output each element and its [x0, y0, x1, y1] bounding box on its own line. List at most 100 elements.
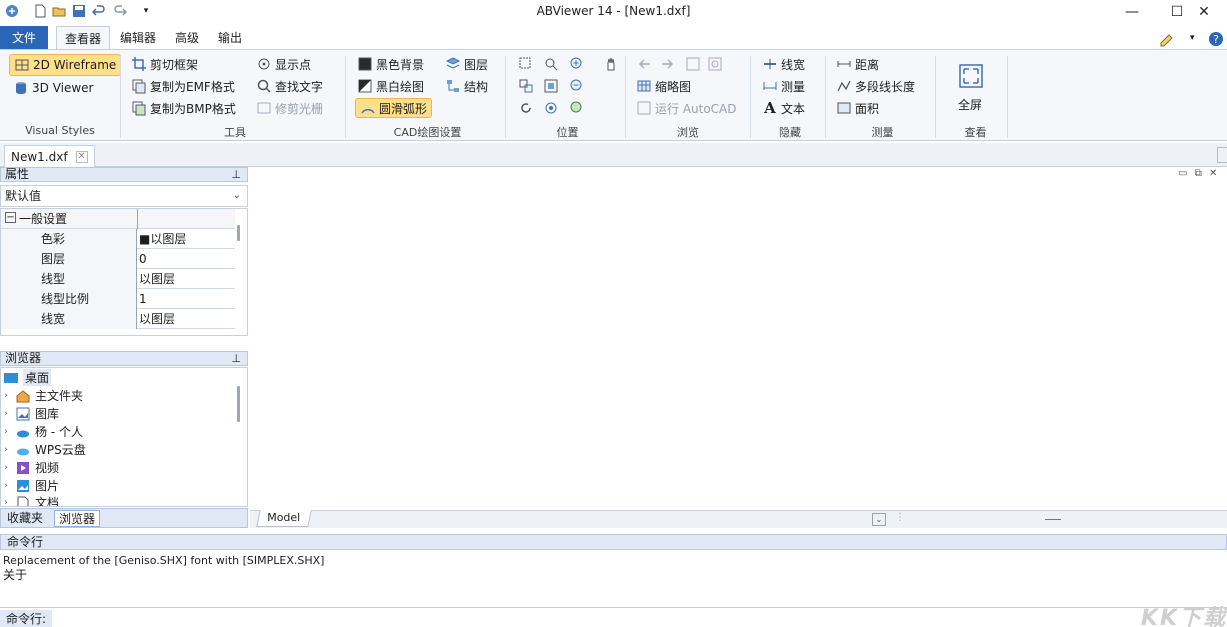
fullscreen-button[interactable]: 全屏	[958, 94, 982, 114]
command-input-bar[interactable]: 命令行:	[0, 607, 1227, 627]
collapse-icon[interactable]: −	[5, 212, 16, 223]
tab-file[interactable]: 文件	[0, 26, 49, 50]
model-tab[interactable]: Model	[256, 510, 312, 527]
linewidth-button[interactable]: 线宽	[762, 54, 805, 74]
property-name: 线型	[1, 269, 137, 289]
text-button[interactable]: A 文本	[762, 98, 805, 118]
tree-item-home[interactable]: › 主文件夹	[1, 387, 83, 404]
tree-item-videos[interactable]: › 视频	[1, 459, 59, 476]
tree-item-label: 主文件夹	[35, 389, 84, 403]
expand-icon[interactable]: ›	[1, 445, 11, 455]
property-row-linetype-scale[interactable]: 线型比例 1	[1, 289, 235, 309]
zoom-out-icon[interactable]	[566, 76, 588, 96]
zoom-window-icon[interactable]	[540, 54, 562, 74]
forward-arrow-icon[interactable]	[656, 54, 678, 74]
3d-viewer-button[interactable]: 3D Viewer	[13, 78, 93, 98]
tools-group-label: 工具	[224, 126, 246, 139]
pan-icon[interactable]	[600, 54, 622, 74]
expand-icon[interactable]: ›	[1, 463, 11, 473]
tab-editor[interactable]: 编辑器	[112, 26, 164, 50]
scroll-right-icon[interactable]	[1217, 147, 1227, 163]
property-row-layer[interactable]: 图层 0	[1, 249, 235, 269]
properties-selector[interactable]: 默认值 ⌄	[0, 185, 248, 207]
2d-wireframe-button[interactable]: 2D Wireframe	[9, 54, 122, 76]
tree-item-gallery[interactable]: › 图库	[1, 405, 59, 422]
find-text-button[interactable]: 查找文字	[256, 76, 323, 96]
tree-item-wps-cloud[interactable]: › WPS云盘	[1, 441, 86, 458]
splitter-grip[interactable]: ⋮	[895, 512, 905, 523]
layers-button[interactable]: 图层	[445, 54, 488, 74]
run-autocad-button[interactable]: 运行 AutoCAD	[636, 98, 737, 118]
close-icon[interactable]: ✕	[75, 150, 88, 163]
refresh-icon[interactable]	[704, 54, 726, 74]
tree-item-documents[interactable]: › 文档	[1, 494, 59, 507]
browser-tree: 桌面 › 主文件夹 › 图库 › 杨 - 个人 › WPS云盘 › 视频 › 图…	[0, 367, 248, 507]
show-points-button[interactable]: 显示点	[256, 54, 311, 74]
tab-viewer[interactable]: 查看器	[56, 26, 111, 50]
clip-frame-button[interactable]: 剪切框架	[131, 54, 198, 74]
property-row-linewidth[interactable]: 线宽 以图层	[1, 309, 235, 329]
help-icon[interactable]: ?	[1207, 30, 1225, 48]
position-group-label: 位置	[556, 126, 579, 139]
tab-browser[interactable]: 浏览器	[54, 510, 101, 527]
rotate-icon[interactable]	[515, 98, 537, 118]
black-background-button[interactable]: 黑色背景	[357, 54, 424, 74]
measure-hide-button[interactable]: 测量	[762, 76, 805, 96]
export-icon[interactable]	[682, 54, 704, 74]
tree-item-onedrive[interactable]: › 杨 - 个人	[1, 423, 83, 440]
linewidth-label: 线宽	[781, 57, 806, 72]
horizontal-scrollbar-thumb[interactable]	[1045, 519, 1061, 520]
structure-button[interactable]: 结构	[445, 76, 488, 96]
zoom-in-icon[interactable]	[566, 54, 588, 74]
area-button[interactable]: 面积	[836, 98, 879, 118]
command-panel-header: 命令行	[0, 534, 1227, 550]
distance-button[interactable]: 距离	[836, 54, 879, 74]
orbit-icon[interactable]	[540, 98, 562, 118]
tab-favorites[interactable]: 收藏夹	[3, 510, 47, 527]
copy-emf-button[interactable]: 复制为EMF格式	[131, 76, 235, 96]
tree-item-pictures[interactable]: › 图片	[1, 477, 59, 494]
linewidth-icon	[762, 56, 778, 72]
properties-scrollbar[interactable]	[237, 225, 240, 241]
expand-icon[interactable]: ›	[1, 498, 11, 507]
tree-item-label: 图库	[35, 407, 60, 421]
mdi-window-controls[interactable]: ▭ ⧉ ✕	[1178, 168, 1219, 179]
copy-bmp-button[interactable]: 复制为BMP格式	[131, 98, 236, 118]
points-icon	[256, 56, 272, 72]
zoom-previous-icon[interactable]	[566, 98, 588, 118]
trim-raster-button[interactable]: 修剪光栅	[256, 98, 323, 118]
chevron-down-icon[interactable]: ⌄	[872, 513, 886, 526]
zoom-extents-icon[interactable]	[540, 76, 562, 96]
clip-frame-label: 剪切框架	[150, 57, 199, 72]
back-arrow-icon[interactable]	[634, 54, 656, 74]
thumbnails-button[interactable]: 缩略图	[636, 76, 691, 96]
tree-item-label: 视频	[35, 461, 60, 475]
expand-icon[interactable]: ›	[1, 427, 11, 437]
chevron-down-icon[interactable]: ⌄	[233, 186, 241, 206]
tree-item-desktop[interactable]: 桌面	[3, 369, 52, 386]
measure-hide-label: 测量	[781, 79, 806, 94]
property-row-color[interactable]: 色彩 ■以图层	[1, 229, 235, 249]
tab-output[interactable]: 输出	[210, 26, 250, 50]
drawing-canvas[interactable]	[250, 167, 1227, 510]
tree-item-label: 图片	[35, 479, 60, 493]
close-button[interactable]: ✕	[1181, 0, 1227, 24]
pin-icon[interactable]: ⊥	[231, 352, 241, 365]
expand-icon[interactable]: ›	[1, 481, 11, 491]
zoom-rect-icon[interactable]	[515, 54, 537, 74]
property-group-row[interactable]: − 一般设置	[1, 209, 235, 229]
property-row-linetype[interactable]: 线型 以图层	[1, 269, 235, 289]
tab-advanced[interactable]: 高级	[167, 26, 207, 50]
fit-icon[interactable]	[515, 76, 537, 96]
polyline-length-button[interactable]: 多段线长度	[836, 76, 915, 96]
minimize-button[interactable]: —	[1109, 0, 1155, 24]
expand-icon[interactable]: ›	[1, 391, 11, 401]
browser-scrollbar[interactable]	[237, 386, 240, 422]
style-icon[interactable]	[1158, 30, 1176, 48]
smooth-arcs-button[interactable]: 圆滑弧形	[355, 98, 433, 118]
document-tab[interactable]: New1.dxf ✕	[4, 145, 95, 167]
pin-icon[interactable]: ⊥	[231, 168, 241, 181]
fullscreen-icon[interactable]	[957, 62, 985, 90]
expand-icon[interactable]: ›	[1, 409, 11, 419]
bw-drawing-button[interactable]: 黑白绘图	[357, 76, 424, 96]
